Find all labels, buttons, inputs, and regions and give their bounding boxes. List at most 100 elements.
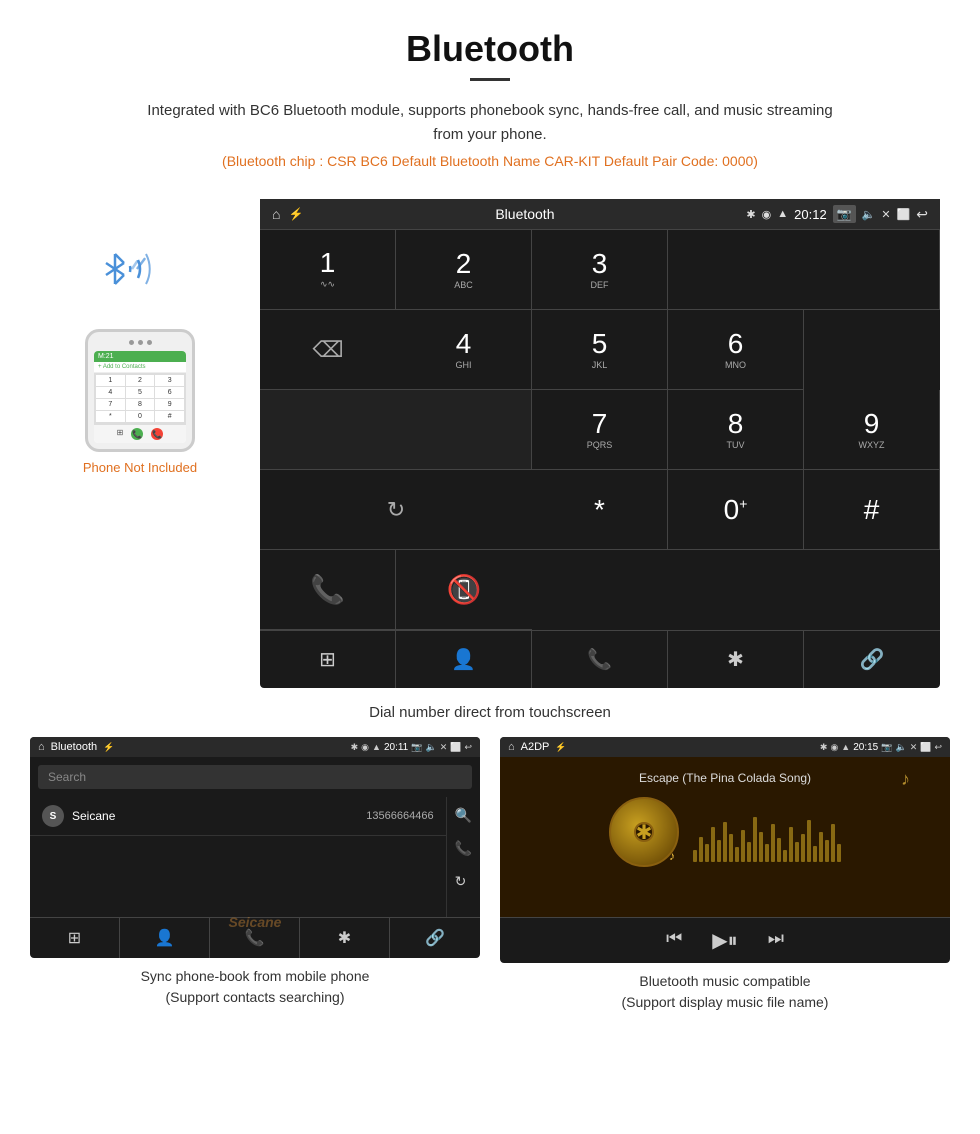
pb-signal: ▲ <box>372 742 381 753</box>
phonebook-title: Bluetooth <box>51 741 97 753</box>
link-button[interactable]: 🔗 <box>804 631 940 688</box>
prev-track-button[interactable]: ⏮ <box>666 928 682 953</box>
pb-sidebar: 🔍 📞 ↻ <box>446 797 480 917</box>
eq-bar <box>693 850 697 862</box>
bluetooth-button[interactable]: ✱ <box>668 631 804 688</box>
pb-bt-btn[interactable]: ✱ <box>300 918 390 958</box>
phone-top-bar <box>94 338 186 347</box>
phone-end-btn[interactable]: 📞 <box>151 428 163 440</box>
phone-key-4[interactable]: 4 <box>96 387 125 398</box>
dial-key-5[interactable]: 5 JKL <box>532 310 668 390</box>
phone-button[interactable]: 📞 <box>532 631 668 688</box>
dial-key-1[interactable]: 1 ∿∿ <box>260 230 396 310</box>
fullscreen-icon[interactable]: ⬜ <box>897 208 911 221</box>
music-topbar: ⌂ A2DP ⚡ ✱ ◉ ▲ 20:15 📷 🔈 ✕ ⬜ ↩ <box>500 737 950 757</box>
dial-key-3[interactable]: 3 DEF <box>532 230 668 310</box>
pb-grid-btn[interactable]: ⊞ <box>30 918 120 958</box>
close-icon[interactable]: ✕ <box>881 208 890 221</box>
music-screen-title: A2DP <box>521 741 550 753</box>
end-call-button[interactable]: 📵 <box>396 550 532 630</box>
music-vol[interactable]: 🔈 <box>895 742 906 753</box>
eq-bar <box>771 824 775 862</box>
phone-key-9[interactable]: 9 <box>155 399 184 410</box>
music-bt-icon: ✱ <box>820 742 828 753</box>
pb-vol[interactable]: 🔈 <box>425 742 436 753</box>
music-song-title: Escape (The Pina Colada Song) <box>639 771 811 785</box>
phone-key-0[interactable]: 0 <box>126 411 155 422</box>
signal-icon: ▲ <box>777 208 788 220</box>
dial-key-2[interactable]: 2 ABC <box>396 230 532 310</box>
back-icon[interactable]: ↩ <box>916 206 928 223</box>
bottom-screenshots: ⌂ Bluetooth ⚡ ✱ ◉ ▲ 20:11 📷 🔈 ✕ ⬜ ↩ <box>0 737 980 1013</box>
music-home-icon[interactable]: ⌂ <box>508 741 515 753</box>
pb-contacts-btn[interactable]: 👤 <box>120 918 210 958</box>
dial-number-5: 5 <box>592 330 608 358</box>
phone-key-3[interactable]: 3 <box>155 375 184 386</box>
contacts-button[interactable]: 👤 <box>396 631 532 688</box>
phone-call-btn[interactable]: 📞 <box>131 428 143 440</box>
dial-number-7: 7 <box>592 410 608 438</box>
dial-screen-time: 20:12 <box>794 207 827 222</box>
pb-call-icon[interactable]: 📞 <box>455 840 472 857</box>
phone-add-contacts: + Add to Contacts <box>94 362 186 373</box>
eq-bar <box>723 822 727 862</box>
phone-key-5[interactable]: 5 <box>126 387 155 398</box>
dial-key-7[interactable]: 7 PQRS <box>532 390 668 470</box>
next-track-button[interactable]: ⏭ <box>768 928 784 953</box>
music-caption: Bluetooth music compatible (Support disp… <box>622 971 829 1013</box>
dial-key-4[interactable]: 4 GHI <box>396 310 532 390</box>
seicane-watermark: Seicane <box>229 914 282 930</box>
phone-key-hash[interactable]: # <box>155 411 184 422</box>
call-button[interactable]: 📞 <box>260 550 396 630</box>
pb-cam[interactable]: 📷 <box>411 742 422 753</box>
music-back[interactable]: ↩ <box>934 742 942 753</box>
search-bar-container[interactable]: Search <box>38 765 472 789</box>
eq-bar <box>735 847 739 862</box>
pb-search-icon[interactable]: 🔍 <box>455 807 472 824</box>
grid-menu-button[interactable]: ⊞ <box>260 631 396 688</box>
music-controls: ⏮ ▶⏸ ⏭ <box>500 917 950 963</box>
contact-row[interactable]: S Seicane 13566664466 <box>30 797 446 836</box>
dial-key-0[interactable]: 0+ <box>668 470 804 550</box>
pb-link-btn[interactable]: 🔗 <box>390 918 480 958</box>
dial-letters-6: MNO <box>725 360 746 370</box>
dial-key-hash[interactable]: # <box>804 470 940 550</box>
camera-icon[interactable]: 📷 <box>833 205 856 223</box>
pb-back[interactable]: ↩ <box>464 742 472 753</box>
dial-letters-9: WXYZ <box>859 440 885 450</box>
music-loc-icon: ◉ <box>830 742 838 753</box>
topbar-right-icons: ✱ ◉ ▲ 20:12 📷 🔈 ✕ ⬜ ↩ <box>746 205 928 223</box>
phone-key-star[interactable]: * <box>96 411 125 422</box>
eq-bar <box>783 850 787 862</box>
contact-letter: S <box>50 811 57 822</box>
phone-key-6[interactable]: 6 <box>155 387 184 398</box>
phonebook-main: S Seicane 13566664466 🔍 📞 ↻ <box>30 797 480 917</box>
pb-close[interactable]: ✕ <box>440 742 448 753</box>
music-cam[interactable]: 📷 <box>881 742 892 753</box>
phone-key-2[interactable]: 2 <box>126 375 155 386</box>
pb-home-icon[interactable]: ⌂ <box>38 741 45 753</box>
phone-key-1[interactable]: 1 <box>96 375 125 386</box>
dial-number-6: 6 <box>728 330 744 358</box>
pb-topbar-icons: ✱ ◉ ▲ 20:11 📷 🔈 ✕ ⬜ ↩ <box>351 742 472 753</box>
dial-key-6[interactable]: 6 MNO <box>668 310 804 390</box>
eq-bar <box>705 844 709 862</box>
phone-key-8[interactable]: 8 <box>126 399 155 410</box>
dial-key-9[interactable]: 9 WXYZ <box>804 390 940 470</box>
backspace-button[interactable]: ⌫ <box>260 310 396 390</box>
dial-number-4: 4 <box>456 330 472 358</box>
volume-icon[interactable]: 🔈 <box>862 208 876 221</box>
music-close[interactable]: ✕ <box>910 742 918 753</box>
pb-fs[interactable]: ⬜ <box>450 742 461 753</box>
dial-key-star[interactable]: * <box>532 470 668 550</box>
refresh-button[interactable]: ↻ <box>260 470 532 550</box>
dial-letters-2: ABC <box>454 280 473 290</box>
music-fs[interactable]: ⬜ <box>920 742 931 753</box>
eq-bar <box>753 817 757 862</box>
pb-refresh-icon[interactable]: ↻ <box>455 873 472 890</box>
play-pause-button[interactable]: ▶⏸ <box>712 928 737 953</box>
phone-key-7[interactable]: 7 <box>96 399 125 410</box>
eq-bar <box>747 842 751 862</box>
dial-key-8[interactable]: 8 TUV <box>668 390 804 470</box>
home-icon[interactable]: ⌂ <box>272 206 280 222</box>
